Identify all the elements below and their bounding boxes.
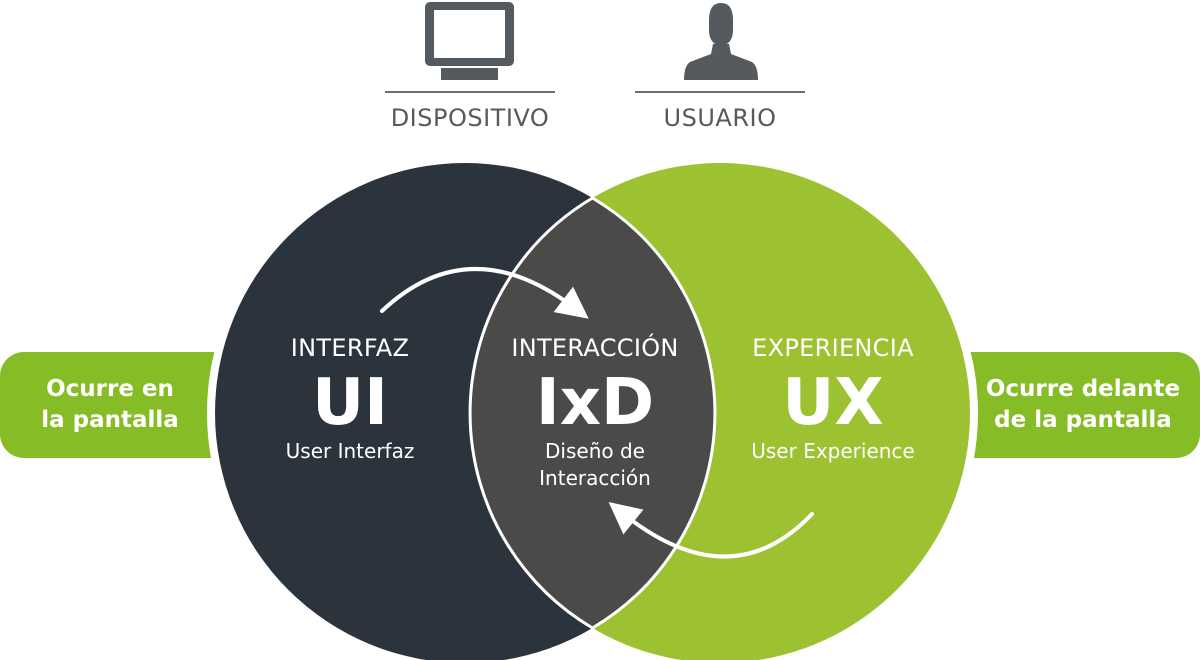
ui-text: INTERFAZ UI User Interfaz (250, 334, 450, 465)
user-label: USUARIO (663, 104, 777, 132)
left-tab-text: Ocurre en la pantalla (0, 374, 220, 436)
right-tab-text: Ocurre delante de la pantalla (966, 374, 1200, 436)
right-tab-line2: de la pantalla (994, 407, 1172, 433)
ixd-acronym: IxD (535, 366, 655, 440)
ui-subtitle: User Interfaz (285, 439, 415, 463)
monitor-icon (425, 2, 514, 80)
device-label: DISPOSITIVO (390, 104, 550, 132)
person-icon (684, 3, 758, 80)
ux-text: EXPERIENCIA UX User Experience (723, 334, 943, 465)
ux-subtitle: User Experience (751, 439, 915, 463)
left-tab-line2: la pantalla (41, 407, 179, 433)
left-tab-line1: Ocurre en (46, 376, 174, 402)
ui-acronym: UI (312, 366, 388, 440)
right-tab-line1: Ocurre delante (985, 376, 1181, 402)
ixd-text: INTERACCIÓN IxD Diseño de Interacción (480, 334, 710, 492)
venn-diagram (0, 2, 1200, 660)
ixd-subtitle-line2: Interacción (539, 466, 651, 490)
ux-heading: EXPERIENCIA (752, 334, 914, 362)
ux-acronym: UX (782, 366, 884, 440)
ui-heading: INTERFAZ (290, 334, 410, 362)
ixd-subtitle-line1: Diseño de (545, 439, 645, 463)
ixd-heading: INTERACCIÓN (511, 334, 679, 362)
